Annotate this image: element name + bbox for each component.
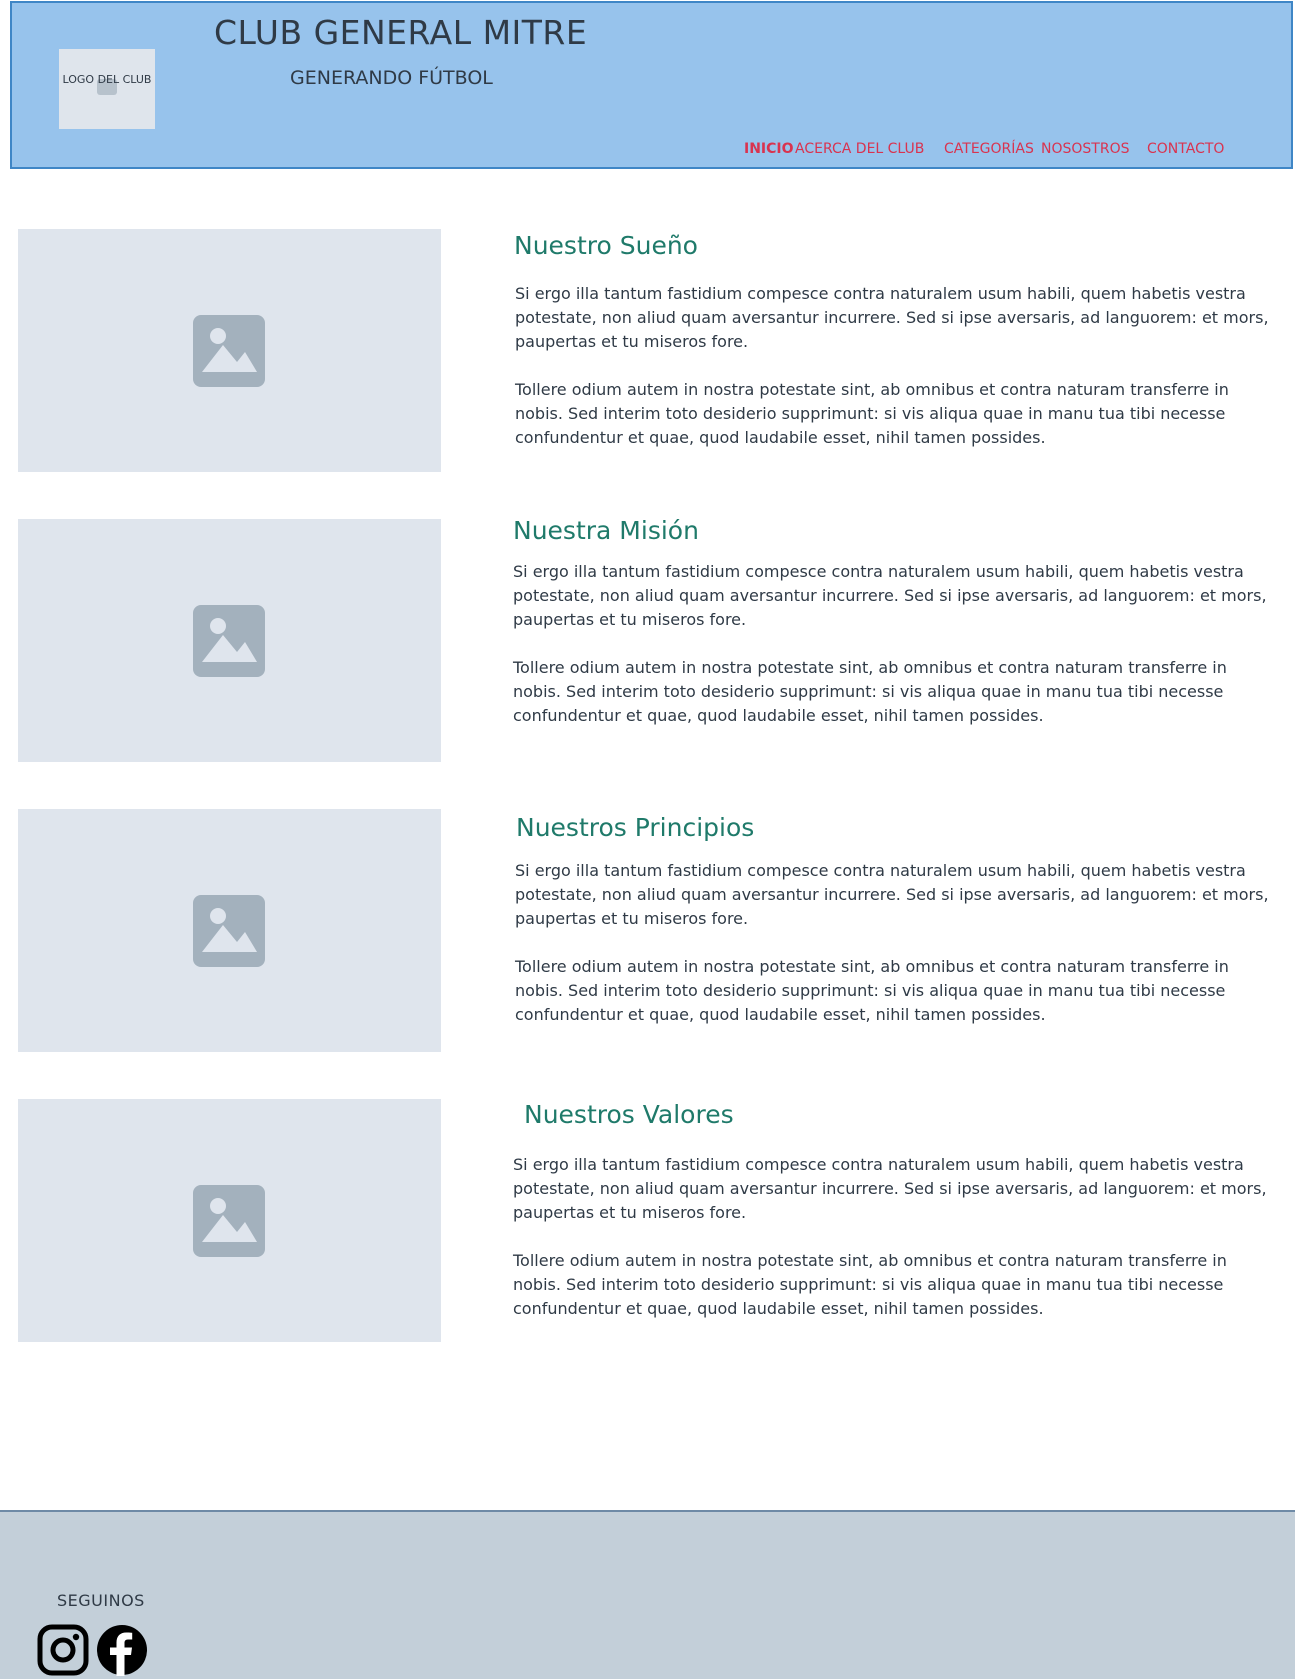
section-paragraph: Tollere odium autem in nostra potestate …	[513, 1251, 1227, 1318]
section-title: Nuestros Valores	[524, 1100, 734, 1129]
image-placeholder-icon	[193, 1185, 265, 1257]
nav-link-contacto[interactable]: CONTACTO	[1147, 141, 1224, 157]
section-paragraph: Si ergo illa tantum fastidium compesce c…	[513, 562, 1267, 629]
section-title: Nuestros Principios	[516, 813, 755, 842]
nav-link-nosostros[interactable]: NOSOSTROS	[1041, 141, 1129, 157]
section-image-placeholder[interactable]	[18, 1099, 441, 1342]
instagram-icon[interactable]	[37, 1624, 89, 1676]
section-title: Nuestra Misión	[513, 516, 699, 545]
section-title: Nuestro Sueño	[514, 231, 698, 260]
nav-link-inicio[interactable]: INICIO	[744, 141, 794, 157]
logo-text: LOGO DEL CLUB	[62, 73, 152, 86]
section-image-placeholder[interactable]	[18, 809, 441, 1052]
section-paragraph: Tollere odium autem in nostra potestate …	[515, 380, 1229, 447]
nav-link-acerca[interactable]: ACERCA DEL CLUB	[795, 141, 924, 157]
image-placeholder-icon	[193, 315, 265, 387]
section-paragraph: Si ergo illa tantum fastidium compesce c…	[515, 284, 1269, 351]
club-logo[interactable]: LOGO DEL CLUB	[59, 49, 155, 129]
nav-link-categorias[interactable]: CATEGORÍAS	[944, 141, 1034, 157]
site-title: CLUB GENERAL MITRE	[214, 13, 588, 52]
section-paragraph: Si ergo illa tantum fastidium compesce c…	[513, 1155, 1267, 1222]
site-header: LOGO DEL CLUB CLUB GENERAL MITRE GENERAN…	[10, 1, 1293, 169]
section-paragraph: Si ergo illa tantum fastidium compesce c…	[515, 861, 1269, 928]
facebook-icon[interactable]	[96, 1624, 148, 1676]
image-placeholder-icon	[193, 605, 265, 677]
section-paragraph: Tollere odium autem in nostra potestate …	[515, 957, 1229, 1024]
site-subtitle: GENERANDO FÚTBOL	[290, 67, 493, 89]
follow-us-label: SEGUINOS	[57, 1591, 145, 1610]
image-placeholder-icon	[193, 895, 265, 967]
site-footer: SEGUINOS	[0, 1510, 1295, 1679]
section-paragraph: Tollere odium autem in nostra potestate …	[513, 658, 1227, 725]
section-image-placeholder[interactable]	[18, 519, 441, 762]
section-image-placeholder[interactable]	[18, 229, 441, 472]
